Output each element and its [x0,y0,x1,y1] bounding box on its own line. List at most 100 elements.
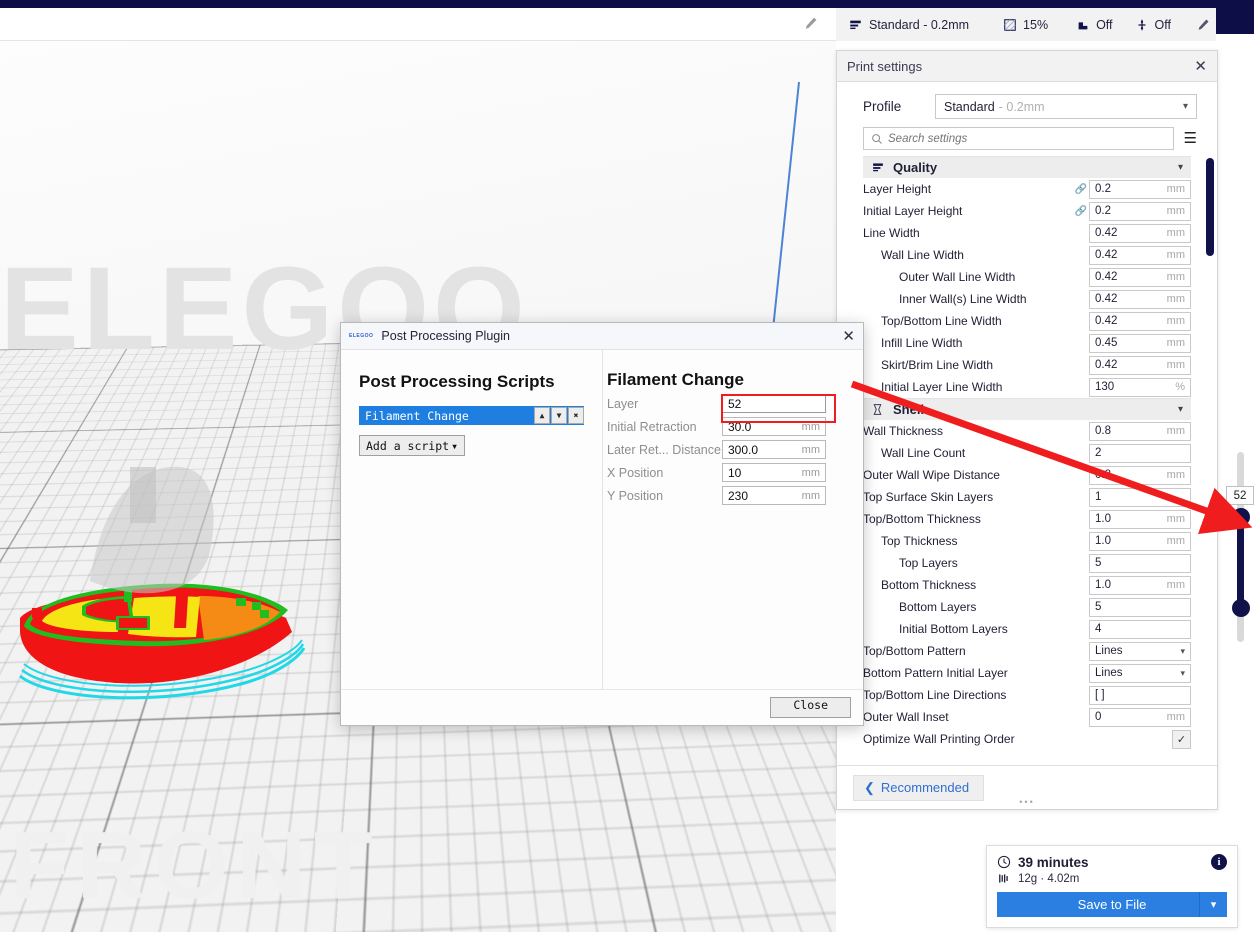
setting-checkbox[interactable]: ✓ [1172,730,1191,749]
chevron-down-icon[interactable]: ▼ [551,407,567,424]
chevron-down-icon[interactable]: ▾ [1199,892,1227,917]
setting-row: Top Surface Skin Layers1 [837,486,1203,508]
print-settings-title: Print settings [847,59,1194,74]
save-to-file-button[interactable]: Save to File ▾ [997,892,1227,917]
recommended-button[interactable]: ❮ Recommended [853,775,984,801]
summary-adhesion-label: Off [1155,18,1171,32]
settings-scrollbar-thumb[interactable] [1206,158,1214,256]
script-field-input[interactable]: 300.0mm [722,440,826,459]
setting-input[interactable]: 0.45mm [1089,334,1191,353]
setting-label: Line Width [863,226,1073,240]
link-icon[interactable]: 🔗 [1073,206,1089,217]
setting-input[interactable]: 0.8mm [1089,422,1191,441]
recommended-label: Recommended [881,780,969,795]
setting-input[interactable]: 0.2mm [1089,180,1191,199]
panel-resize-grip[interactable]: ••• [1019,797,1034,807]
setting-select[interactable]: Lines▾ [1089,664,1191,683]
setting-input[interactable]: 5 [1089,554,1191,573]
setting-row: Bottom Pattern Initial LayerLines▾ [837,662,1203,684]
setting-input[interactable]: 0.42mm [1089,224,1191,243]
setting-select[interactable]: Lines▾ [1089,642,1191,661]
setting-input[interactable]: 1.0mm [1089,510,1191,529]
setting-label: Wall Thickness [863,424,1073,438]
chevron-down-icon[interactable]: ▾ [1178,404,1183,415]
close-icon[interactable]: ✕ [1194,59,1207,74]
close-dialog-button[interactable]: Close [770,697,851,718]
support-icon [1076,18,1090,32]
setting-input[interactable]: 0.42mm [1089,312,1191,331]
scripts-list: Filament Change▲▼✖ [359,406,584,425]
script-field-value: 10 [728,466,741,480]
hamburger-menu-icon[interactable]: ☰ [1184,131,1197,146]
setting-input[interactable]: 2 [1089,444,1191,463]
setting-input[interactable]: 1.0mm [1089,532,1191,551]
profile-select[interactable]: Standard - 0.2mm ▾ [935,94,1197,119]
plate-front-watermark: FRONT [10,811,381,921]
pencil-icon[interactable] [804,16,820,32]
settings-section-header-shell[interactable]: Shell▾ [863,398,1191,420]
summary-infill[interactable]: 15% [1003,18,1048,32]
info-icon[interactable]: i [1211,854,1227,870]
layer-slider-lower-handle[interactable] [1232,599,1250,617]
setting-input[interactable]: 0.8mm [1089,466,1191,485]
setting-value: 1.0 [1095,579,1111,591]
summary-profile[interactable]: Standard - 0.2mm [848,18,969,32]
setting-input[interactable]: 4 [1089,620,1191,639]
setting-row: Top/Bottom PatternLines▾ [837,640,1203,662]
script-list-item[interactable]: Filament Change▲▼✖ [359,406,584,425]
layer-slider-upper-handle[interactable] [1232,508,1250,526]
material-usage-row: 12g · 4.02m [997,872,1227,885]
close-icon[interactable]: ✕ [842,329,855,344]
setting-input[interactable]: 0.42mm [1089,246,1191,265]
profile-label: Profile [863,99,935,114]
summary-support[interactable]: Off [1076,18,1112,32]
save-to-file-label: Save to File [1078,897,1147,912]
script-field-input[interactable]: 10mm [722,463,826,482]
setting-value: 0.42 [1095,227,1117,239]
setting-row: Initial Bottom Layers4 [837,618,1203,640]
setting-value: 2 [1095,447,1101,459]
setting-input[interactable]: [ ] [1089,686,1191,705]
settings-section-header-quality[interactable]: Quality▾ [863,156,1191,178]
close-icon[interactable]: ✖ [568,407,584,424]
setting-input[interactable]: 0mm [1089,708,1191,727]
setting-row: Line Width 0.42mm [837,222,1203,244]
setting-unit: mm [1167,535,1185,547]
print-setup-summary-bar[interactable]: Standard - 0.2mm 15% Off [836,8,1216,41]
setting-input[interactable]: 130% [1089,378,1191,397]
script-field-row: Y Position230mm [607,485,847,506]
search-input[interactable] [888,133,1166,145]
chevron-up-icon[interactable]: ▲ [534,407,550,424]
summary-adhesion[interactable]: Off [1135,18,1171,32]
chevron-down-icon[interactable]: ▾ [1178,162,1183,173]
setting-row: Outer Wall Inset0mm [837,706,1203,728]
setting-input[interactable]: 1 [1089,488,1191,507]
search-settings-box[interactable] [863,127,1174,150]
setting-input[interactable]: 1.0mm [1089,576,1191,595]
setting-unit: mm [1167,271,1185,283]
sliced-model-benchy[interactable] [8,536,338,716]
search-icon [871,133,883,145]
setting-input[interactable]: 5 [1089,598,1191,617]
layer-slider-value[interactable]: 52 [1226,486,1254,505]
setting-value: 5 [1095,601,1101,613]
script-field-input[interactable]: 230mm [722,486,826,505]
window-top-strip [0,0,1254,8]
setting-row: Skirt/Brim Line Width 0.42mm [837,354,1203,376]
setting-input[interactable]: 0.42mm [1089,290,1191,309]
script-field-input[interactable]: 30.0mm [722,417,826,436]
setting-input[interactable]: 0.42mm [1089,268,1191,287]
setting-label: Skirt/Brim Line Width [881,358,1073,372]
script-settings-pane: Filament Change Layer52Initial Retractio… [603,350,863,689]
settings-scrollbar[interactable] [1206,158,1214,765]
link-icon[interactable]: 🔗 [1073,184,1089,195]
layer-view-slider[interactable]: 52 [1232,452,1250,642]
settings-scroll-area[interactable]: Quality▾Layer Height🔗0.2mmInitial Layer … [837,156,1217,765]
summary-edit-button[interactable] [1197,18,1210,31]
setting-row: Infill Line Width0.45mm [837,332,1203,354]
setting-input[interactable]: 0.2mm [1089,202,1191,221]
script-field-input[interactable]: 52 [722,394,826,413]
setting-input[interactable]: 0.42mm [1089,356,1191,375]
add-script-button[interactable]: Add a script ▾ [359,435,465,456]
setting-label: Wall Line Count [881,446,1073,460]
